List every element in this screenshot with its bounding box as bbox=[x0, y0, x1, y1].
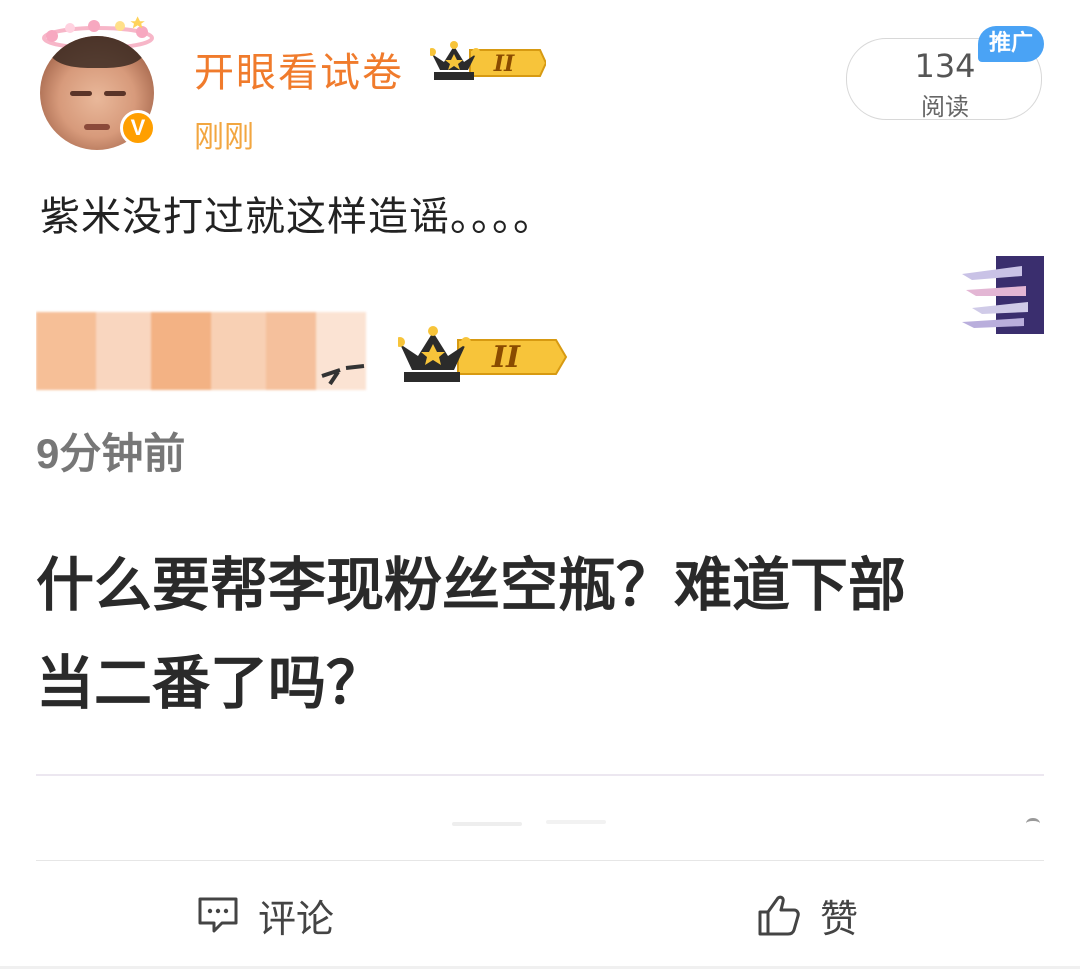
embedded-fragment bbox=[1026, 818, 1040, 829]
embedded-fragment bbox=[546, 820, 606, 824]
embedded-post-time: 9分钟前 bbox=[36, 430, 186, 477]
post-time: 刚刚 bbox=[194, 120, 254, 155]
embedded-level-badge-label: II bbox=[491, 340, 521, 375]
embedded-text-line-1: 什么要帮李现粉丝空瓶？难道下部 bbox=[36, 551, 907, 619]
embedded-text-line-2: 当二番了吗？ bbox=[36, 649, 385, 717]
name-fragment bbox=[320, 352, 366, 398]
read-label: 阅读 bbox=[921, 93, 969, 121]
verified-v-icon: V bbox=[120, 110, 156, 146]
level-badge-label: II bbox=[493, 51, 515, 77]
comment-button[interactable]: 评论 bbox=[196, 880, 334, 950]
crown-level-badge-icon: II bbox=[430, 41, 546, 80]
thumbs-up-icon bbox=[758, 895, 800, 936]
post-text[interactable]: 紫米没打过就这样造谣。。。。 bbox=[40, 184, 554, 242]
promo-badge: 推广 bbox=[978, 26, 1044, 62]
like-button[interactable]: 赞 bbox=[756, 880, 858, 950]
embedded-fragment bbox=[452, 822, 522, 826]
blurred-username bbox=[36, 312, 366, 390]
embedded-crown-badge-icon: II bbox=[398, 326, 568, 382]
author-name[interactable]: 开眼看试卷 bbox=[194, 40, 404, 98]
comment-label: 评论 bbox=[258, 896, 335, 941]
footer-divider bbox=[36, 860, 1044, 861]
comment-icon bbox=[198, 897, 238, 933]
like-label: 赞 bbox=[820, 896, 859, 941]
embedded-screenshot-image[interactable]: II 9分钟前 什么要帮李现粉丝空瓶？难道下部 当二番了吗？ bbox=[36, 256, 1044, 856]
embedded-divider bbox=[36, 774, 1044, 776]
cropped-image-fragment bbox=[962, 256, 1044, 334]
avatar-container[interactable]: V bbox=[38, 14, 158, 150]
